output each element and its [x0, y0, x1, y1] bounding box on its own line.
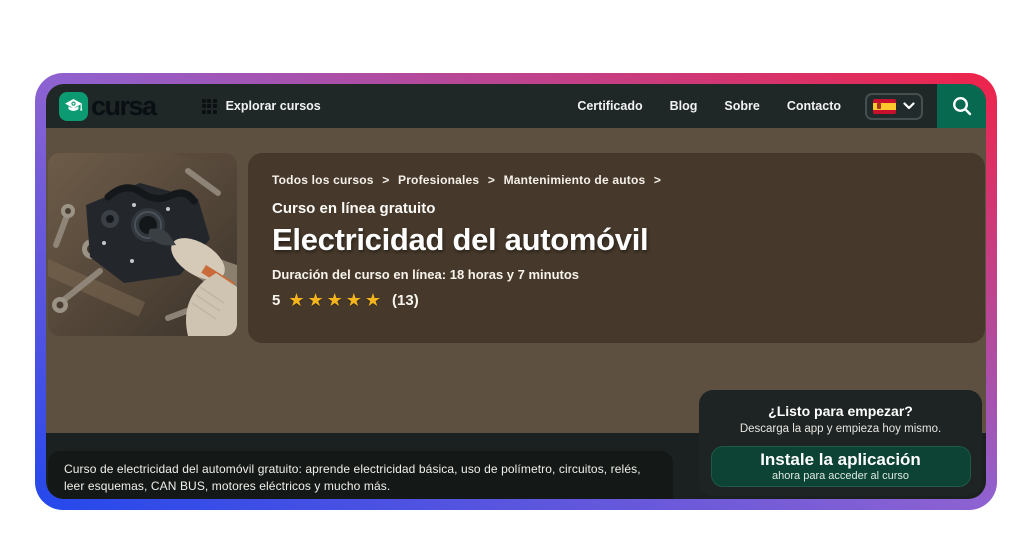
- course-info-panel: Todos los cursos > Profesionales > Mante…: [248, 153, 985, 343]
- course-description-box: Curso de electricidad del automóvil grat…: [48, 451, 673, 499]
- breadcrumb-separator: >: [487, 173, 496, 187]
- site-header: cursa Explorar cursos Certificado Blog S…: [46, 84, 986, 128]
- course-hero: Todos los cursos > Profesionales > Mante…: [46, 128, 986, 433]
- cursa-logo[interactable]: cursa: [59, 90, 157, 121]
- rating-stars-icon: ★★★★★: [288, 290, 385, 310]
- install-app-button[interactable]: Instale la aplicación ahora para acceder…: [710, 446, 971, 487]
- course-image: [48, 153, 237, 336]
- breadcrumb-separator: >: [382, 173, 390, 187]
- rating-score: 5: [272, 291, 281, 309]
- gradient-frame: cursa Explorar cursos Certificado Blog S…: [35, 73, 997, 510]
- main-nav: Certificado Blog Sobre Contacto: [577, 99, 841, 113]
- course-title: Electricidad del automóvil: [272, 222, 649, 257]
- cta-subheading: Descarga la app y empieza hoy mismo.: [739, 423, 942, 435]
- breadcrumb-all-courses[interactable]: Todos los cursos: [272, 173, 374, 187]
- search-button[interactable]: [937, 84, 986, 128]
- course-rating: 5 ★★★★★ (13): [272, 291, 961, 309]
- course-duration: Duración del curso en línea: 18 horas y …: [272, 267, 580, 282]
- search-icon: [952, 96, 971, 116]
- language-selector[interactable]: [865, 92, 923, 120]
- chevron-down-icon: [903, 102, 915, 110]
- grid-menu-icon: [201, 98, 217, 114]
- nav-certificado[interactable]: Certificado: [577, 99, 642, 113]
- logo-text: cursa: [91, 90, 157, 121]
- cta-heading: ¿Listo para empezar?: [768, 403, 913, 419]
- install-button-title: Instale la aplicación: [760, 449, 921, 469]
- breadcrumb-profesionales[interactable]: Profesionales: [398, 173, 479, 187]
- course-type-label: Curso en línea gratuito: [272, 200, 436, 217]
- cta-panel: ¿Listo para empezar? Descarga la app y e…: [699, 390, 982, 496]
- breadcrumb-mantenimiento[interactable]: Mantenimiento de autos: [504, 173, 646, 187]
- nav-contacto[interactable]: Contacto: [787, 99, 841, 113]
- explore-courses-menu[interactable]: Explorar cursos: [201, 98, 321, 114]
- browser-page: cursa Explorar cursos Certificado Blog S…: [46, 84, 986, 499]
- nav-sobre[interactable]: Sobre: [724, 99, 759, 113]
- install-button-subtitle: ahora para acceder al curso: [772, 470, 909, 483]
- breadcrumb: Todos los cursos > Profesionales > Mante…: [272, 173, 961, 187]
- explore-courses-label: Explorar cursos: [225, 99, 321, 113]
- graduation-cap-icon: [59, 91, 88, 121]
- course-description: Curso de electricidad del automóvil grat…: [64, 462, 641, 493]
- breadcrumb-separator: >: [653, 173, 662, 187]
- spain-flag-icon: [873, 98, 896, 114]
- nav-blog[interactable]: Blog: [670, 99, 698, 113]
- rating-count: (13): [392, 291, 419, 309]
